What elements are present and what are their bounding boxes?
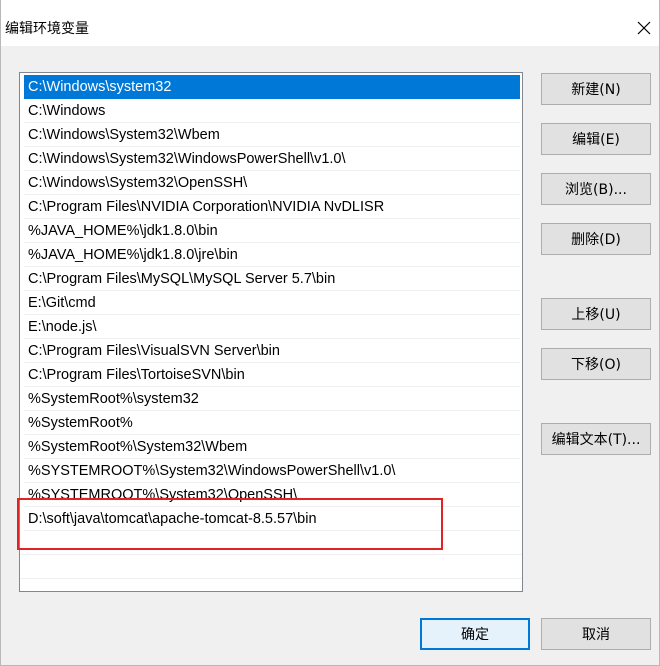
delete-button[interactable]: 删除(D) — [541, 223, 651, 255]
path-list-item[interactable]: %JAVA_HOME%\jdk1.8.0\jre\bin — [24, 243, 520, 267]
edit-button[interactable]: 编辑(E) — [541, 123, 651, 155]
path-list-item[interactable]: %SystemRoot% — [24, 411, 520, 435]
path-list-item[interactable]: %JAVA_HOME%\jdk1.8.0\bin — [24, 219, 520, 243]
new-button[interactable]: 新建(N) — [541, 73, 651, 105]
path-list-item[interactable]: C:\Windows — [24, 99, 520, 123]
edit-text-button[interactable]: 编辑文本(T)... — [541, 423, 651, 455]
move-down-button[interactable]: 下移(O) — [541, 348, 651, 380]
path-list[interactable]: C:\Windows\system32 C:\Windows C:\Windows\… — [19, 72, 523, 592]
path-list-item[interactable]: E:\node.js\ — [24, 315, 520, 339]
close-icon — [637, 21, 651, 35]
move-up-button[interactable]: 上移(U) — [541, 298, 651, 330]
path-list-item[interactable]: C:\Program Files\VisualSVN Server\bin — [24, 339, 520, 363]
path-list-item[interactable]: C:\Windows\System32\WindowsPowerShell\v1… — [24, 147, 520, 171]
path-list-item[interactable]: C:\Program Files\TortoiseSVN\bin — [24, 363, 520, 387]
path-list-item[interactable]: %SYSTEMROOT%\System32\WindowsPowerShell\… — [24, 459, 520, 483]
close-button[interactable] — [629, 10, 659, 46]
path-list-item[interactable]: C:\Program Files\MySQL\MySQL Server 5.7\… — [24, 267, 520, 291]
title-bar: 编辑环境变量 — [1, 0, 659, 46]
path-list-item[interactable]: C:\Windows\system32 — [24, 75, 520, 99]
browse-button[interactable]: 浏览(B)... — [541, 173, 651, 205]
ok-button[interactable]: 确定 — [420, 618, 530, 650]
empty-list-row — [20, 555, 522, 579]
path-list-item[interactable]: D:\soft\java\tomcat\apache-tomcat-8.5.57… — [24, 507, 520, 531]
path-list-item[interactable]: %SystemRoot%\System32\Wbem — [24, 435, 520, 459]
path-list-item[interactable]: C:\Program Files\NVIDIA Corporation\NVID… — [24, 195, 520, 219]
cancel-button[interactable]: 取消 — [541, 618, 651, 650]
empty-list-row — [20, 531, 522, 555]
path-list-item[interactable]: %SYSTEMROOT%\System32\OpenSSH\ — [24, 483, 520, 507]
path-list-item[interactable]: %SystemRoot%\system32 — [24, 387, 520, 411]
path-list-item[interactable]: C:\Windows\System32\OpenSSH\ — [24, 171, 520, 195]
dialog-title: 编辑环境变量 — [5, 21, 89, 37]
path-list-item[interactable]: E:\Git\cmd — [24, 291, 520, 315]
edit-env-var-dialog: 编辑环境变量 C:\Windows\system32 C:\Windows C:\W… — [0, 0, 660, 666]
path-list-item[interactable]: C:\Windows\System32\Wbem — [24, 123, 520, 147]
